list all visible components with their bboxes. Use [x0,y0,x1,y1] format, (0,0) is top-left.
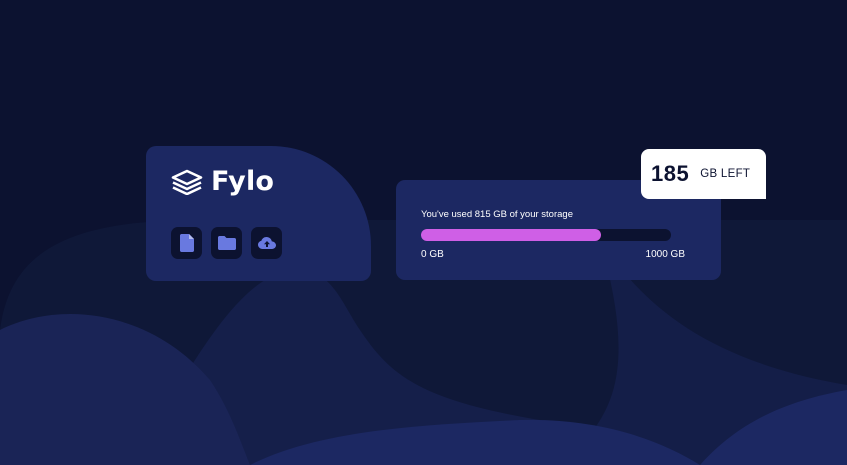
remaining-unit: GB LEFT [700,168,751,180]
upload-icon [257,237,276,249]
document-button[interactable] [171,227,202,259]
file-actions [171,227,291,259]
folder-button[interactable] [211,227,242,259]
storage-min-label: 0 GB [421,249,444,260]
remaining-value: 185 [651,161,690,186]
layers-icon [171,169,203,195]
storage-max-label: 1000 GB [645,249,685,260]
upload-button[interactable] [251,227,282,259]
storage-progress-bar [421,229,671,241]
brand-name: Fylo [211,166,275,197]
logo: Fylo [170,168,274,195]
storage-remaining-badge: 185 GB LEFT [641,149,766,199]
document-icon [179,234,194,252]
folder-icon [217,236,236,250]
storage-usage-text: You've used 815 GB of your storage [421,209,573,220]
storage-progress-fill [421,229,601,241]
